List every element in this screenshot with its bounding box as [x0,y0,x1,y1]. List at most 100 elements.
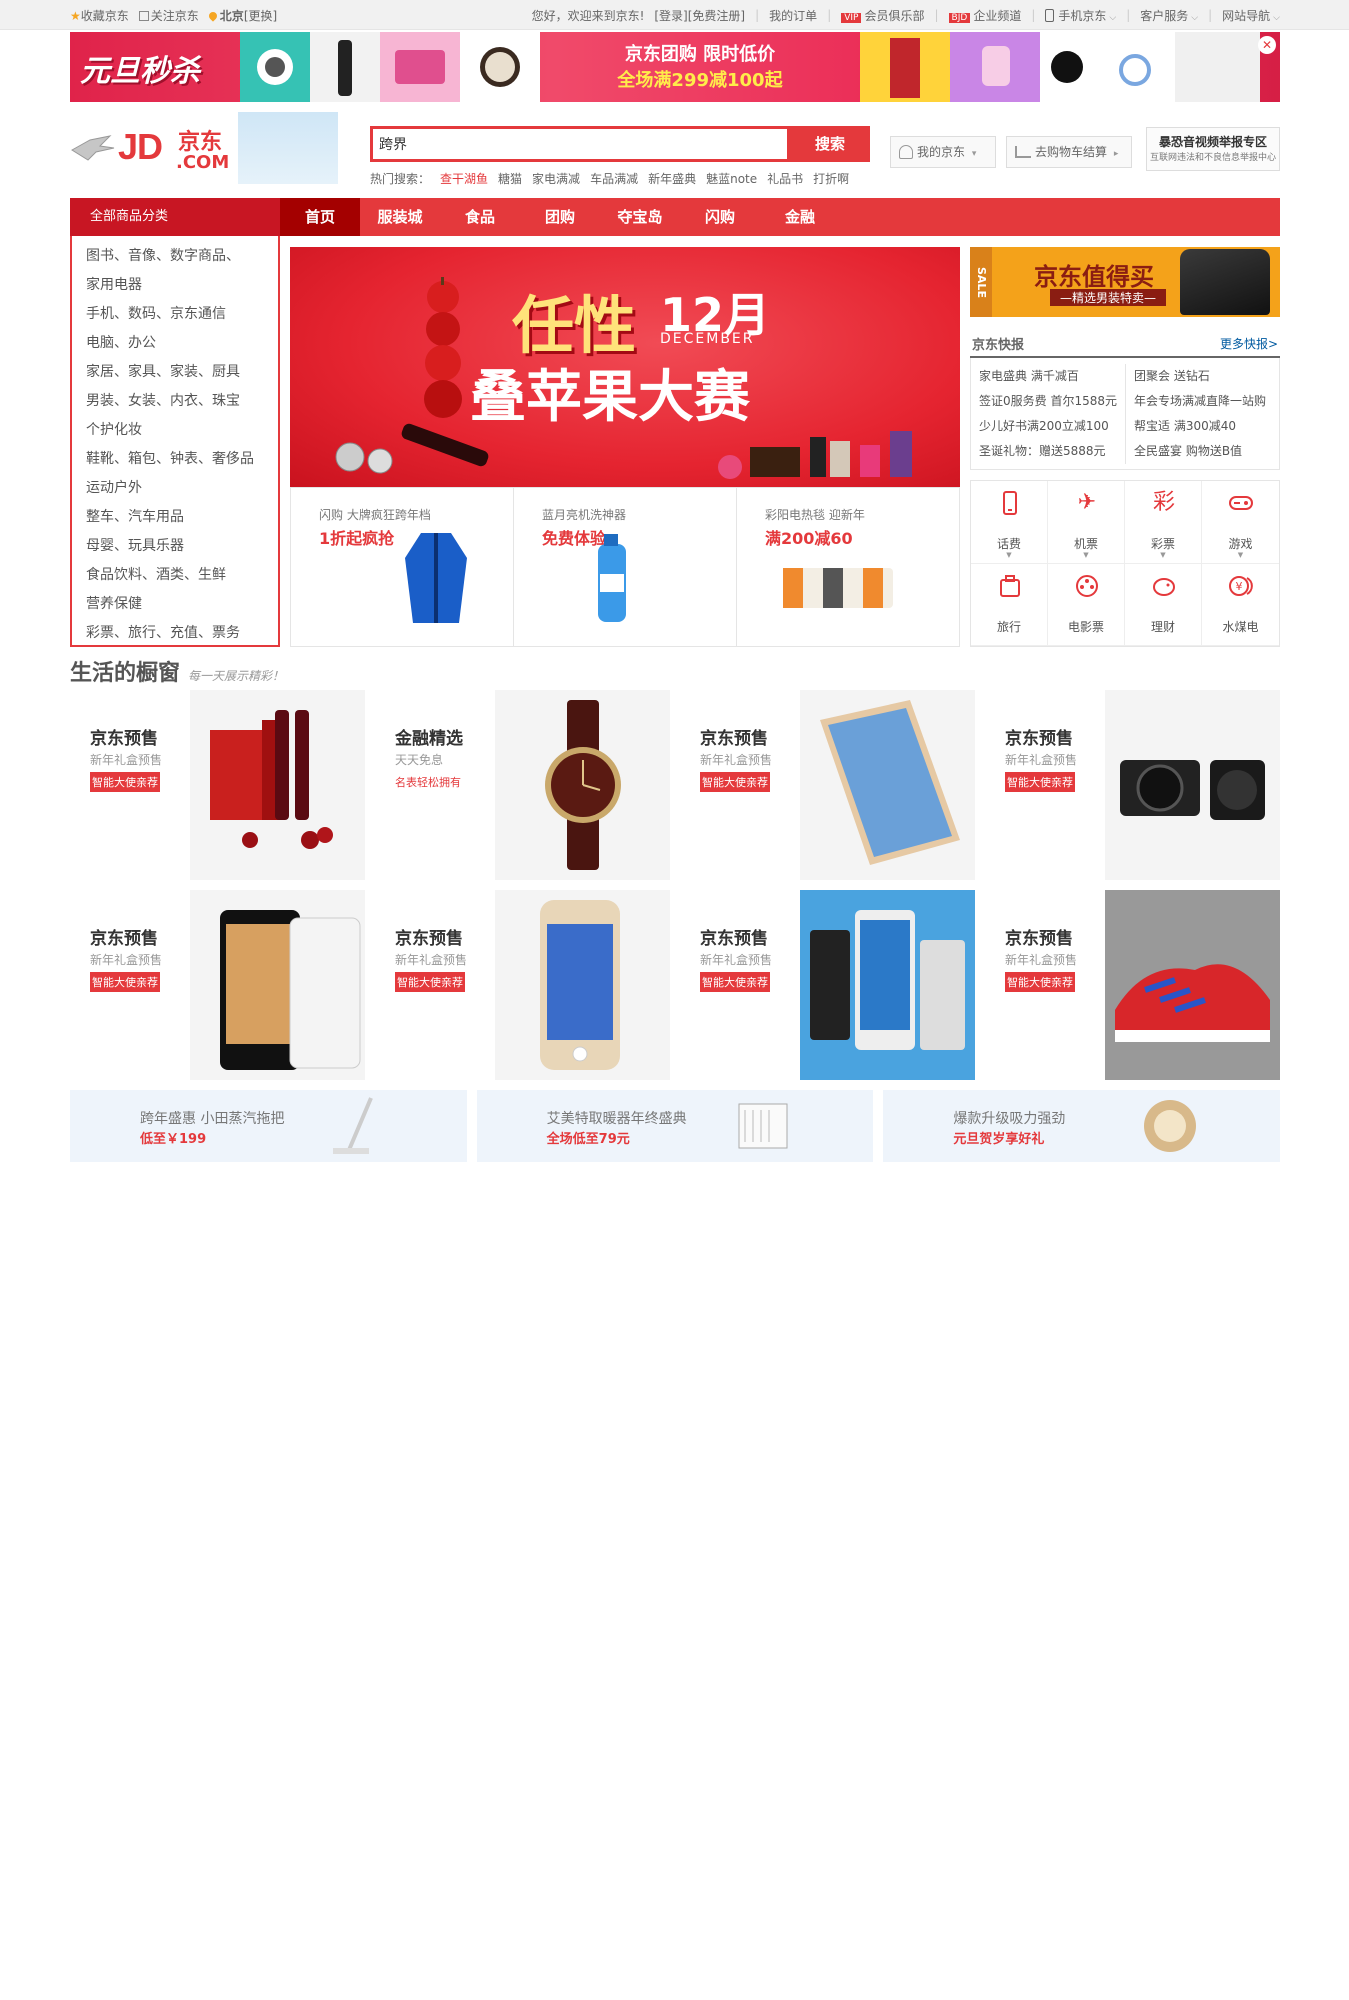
showcase-tile[interactable]: 京东预售 新年礼盒预售 智能大使亲荐 [70,690,370,880]
user-icon [899,145,913,159]
enterprise-link[interactable]: BJD 企业频道 [948,7,1021,24]
hot-search-word[interactable]: 糖猫 [498,170,522,187]
news-item[interactable]: 年会专场满减直降一站购 [1125,389,1271,414]
cart-button[interactable]: 去购物车结算 ▸ [1006,136,1132,168]
news-item[interactable]: 圣诞礼物：赠送5888元 [979,439,1125,464]
search-input[interactable] [373,129,787,159]
news-item[interactable]: 少儿好书满200立减100 [979,414,1125,439]
showcase-tile[interactable]: 金融精选 天天免息 名表轻松拥有 [375,690,675,880]
category-item[interactable]: 家居、家具、家装、厨具 [86,358,278,387]
promo-banner[interactable]: 元旦秒杀 京东团购 限时低价 全场满299减100起 ✕ [70,32,1280,102]
hot-search-word[interactable]: 查干湖鱼 [440,170,488,187]
chevron-down-icon: ⌵ [1273,12,1280,23]
category-item[interactable]: 营养保健 [86,590,278,619]
bottom-ad-card[interactable]: 爆款升级吸力强劲 元旦贺岁享好礼 [883,1090,1281,1162]
category-item[interactable]: 手机、数码、京东通信 [86,300,278,329]
phone-icon [998,491,1022,515]
service-grid: 话费 ▼ ✈ 机票 ▼ 彩 彩票 ▼ 游戏 ▼ 旅行 电影票 理财 ¥ 水煤电 [970,480,1280,647]
showcase-tile[interactable]: 京东预售 新年礼盒预售 智能大使亲荐 [70,890,370,1080]
category-item[interactable]: 母婴、玩具乐器 [86,532,278,561]
chevron-right-icon: ▸ [1113,149,1119,159]
showcase-tile[interactable]: 京东预售 新年礼盒预售 智能大使亲荐 [985,690,1285,880]
section-subtitle: 每一天展示精彩！ [188,669,285,683]
service-utilities[interactable]: ¥ 水煤电 [1202,564,1279,646]
nav-item-finance[interactable]: 金融 [760,198,840,236]
register-link[interactable]: [免费注册] [688,9,745,23]
heater-image [738,1103,788,1149]
nav-item-flash-sale[interactable]: 闪购 [680,198,760,236]
nav-item-home[interactable]: 首页 [280,198,360,236]
jd-logo[interactable]: JD 京东 .COM [70,118,230,178]
sub-ads: 闪购 大牌疯狂跨年档 1折起疯抢 蓝月亮机洗神器 免费体验 彩阳电热毯 迎新年 … [290,487,960,647]
nav-item-food[interactable]: 食品 [440,198,520,236]
winter-banner[interactable] [238,112,338,184]
news-item[interactable]: 团聚会 送钻石 [1125,364,1271,389]
nav-item-clothing[interactable]: 服装城 [360,198,440,236]
search-button[interactable]: 搜索 [790,126,870,162]
luggage-icon [998,574,1022,598]
sale-tag: SALE [970,247,992,317]
my-orders-link[interactable]: 我的订单 [769,7,817,24]
hot-search-word[interactable]: 车品满减 [590,170,638,187]
news-item[interactable]: 签证0服务费 首尔1588元 [979,389,1125,414]
life-section-header: 生活的橱窗 每一天展示精彩！ [70,655,284,687]
category-item[interactable]: 电脑、办公 [86,329,278,358]
service-game[interactable]: 游戏 ▼ [1202,481,1279,564]
nav-item-auction[interactable]: 夺宝岛 [600,198,680,236]
news-item[interactable]: 全民盛宴 购物送B值 [1125,439,1271,464]
category-item[interactable]: 个护化妆 [86,416,278,445]
news-item[interactable]: 家电盛典 满千减百 [979,364,1125,389]
showcase-tile[interactable]: 京东预售 新年礼盒预售 智能大使亲荐 [375,890,675,1080]
service-phone-bill[interactable]: 话费 ▼ [971,481,1048,564]
showcase-tile[interactable]: 京东预售 新年礼盒预售 智能大使亲荐 [680,890,980,1080]
section-title: 生活的橱窗 [70,661,181,686]
service-lottery[interactable]: 彩 彩票 ▼ [1125,481,1202,564]
login-link[interactable]: [登录] [654,9,687,23]
close-icon[interactable]: ✕ [1258,36,1276,54]
category-item[interactable]: 食品饮料、酒类、生鲜 [86,561,278,590]
category-item[interactable]: 图书、音像、数字商品、 [86,242,278,271]
my-jd-button[interactable]: 我的京东 ▾ [890,136,996,168]
sub-ad-card[interactable]: 蓝月亮机洗神器 免费体验 [514,488,737,646]
hot-search-word[interactable]: 打折啊 [813,170,849,187]
category-item[interactable]: 家用电器 [86,271,278,300]
tablet-image [800,690,975,880]
sub-ad-card[interactable]: 闪购 大牌疯狂跨年档 1折起疯抢 [291,488,514,646]
category-item[interactable]: 运动户外 [86,474,278,503]
service-movie[interactable]: 电影票 [1048,563,1125,646]
news-item[interactable]: 帮宝适 满300减40 [1125,414,1271,439]
customer-service-link[interactable]: 客户服务 ⌵ [1140,7,1198,24]
showcase-tile[interactable]: 京东预售 新年礼盒预售 智能大使亲荐 [680,690,980,880]
category-item[interactable]: 彩票、旅行、充值、票务 [86,619,278,648]
city-selector[interactable]: 北京[更换] [207,7,277,24]
more-news-link[interactable]: 更多快报> [1220,335,1278,352]
report-center-link[interactable]: 暴恐音视频举报专区 互联网违法和不良信息举报中心 [1146,127,1280,171]
main-slider-banner[interactable]: 任性 12月 DECEMBER 叠苹果大赛 [290,247,960,487]
search-input-wrapper [370,126,790,162]
hot-search-word[interactable]: 新年盛典 [648,170,696,187]
service-travel[interactable]: 旅行 [971,563,1048,646]
site-nav-link[interactable]: 网站导航 ⌵ [1222,7,1280,24]
category-item[interactable]: 鞋靴、箱包、钟表、奢侈品 [86,445,278,474]
all-categories-button[interactable]: 全部商品分类 [70,198,280,236]
hot-search-word[interactable]: 魅蓝note [706,170,757,187]
mobile-jd-link[interactable]: 手机京东 ⌵ [1045,7,1116,24]
vip-club-link[interactable]: VIP 会员俱乐部 [841,7,925,24]
showcase-tile[interactable]: 京东预售 新年礼盒预售 智能大使亲荐 [985,890,1285,1080]
follow-link[interactable]: 关注京东 [138,7,199,24]
service-flight[interactable]: ✈ 机票 ▼ [1048,481,1125,564]
bottom-ad-card[interactable]: 艾美特取暖器年终盛典 全场低至79元 [476,1090,874,1162]
category-item[interactable]: 整车、汽车用品 [86,503,278,532]
hot-search-word[interactable]: 礼品书 [767,170,803,187]
hot-search-word[interactable]: 家电满减 [532,170,580,187]
lottery-icon: 彩 [1152,490,1175,515]
category-item[interactable]: 男装、女装、内衣、珠宝 [86,387,278,416]
sub-ad-card[interactable]: 彩阳电热毯 迎新年 满200减60 [737,488,959,646]
sale-ad[interactable]: SALE 京东值得买 —精选男装特卖— [970,247,1280,317]
chevron-down-icon: ▼ [1083,551,1089,559]
favorite-link[interactable]: ★收藏京东 [70,7,129,24]
bottom-ad-card[interactable]: 跨年盛惠 小田蒸汽拖把 低至￥199 [70,1090,467,1162]
nav-item-group-buy[interactable]: 团购 [520,198,600,236]
chevron-down-icon: ▼ [1237,551,1244,559]
service-finance[interactable]: 理财 [1125,563,1202,646]
